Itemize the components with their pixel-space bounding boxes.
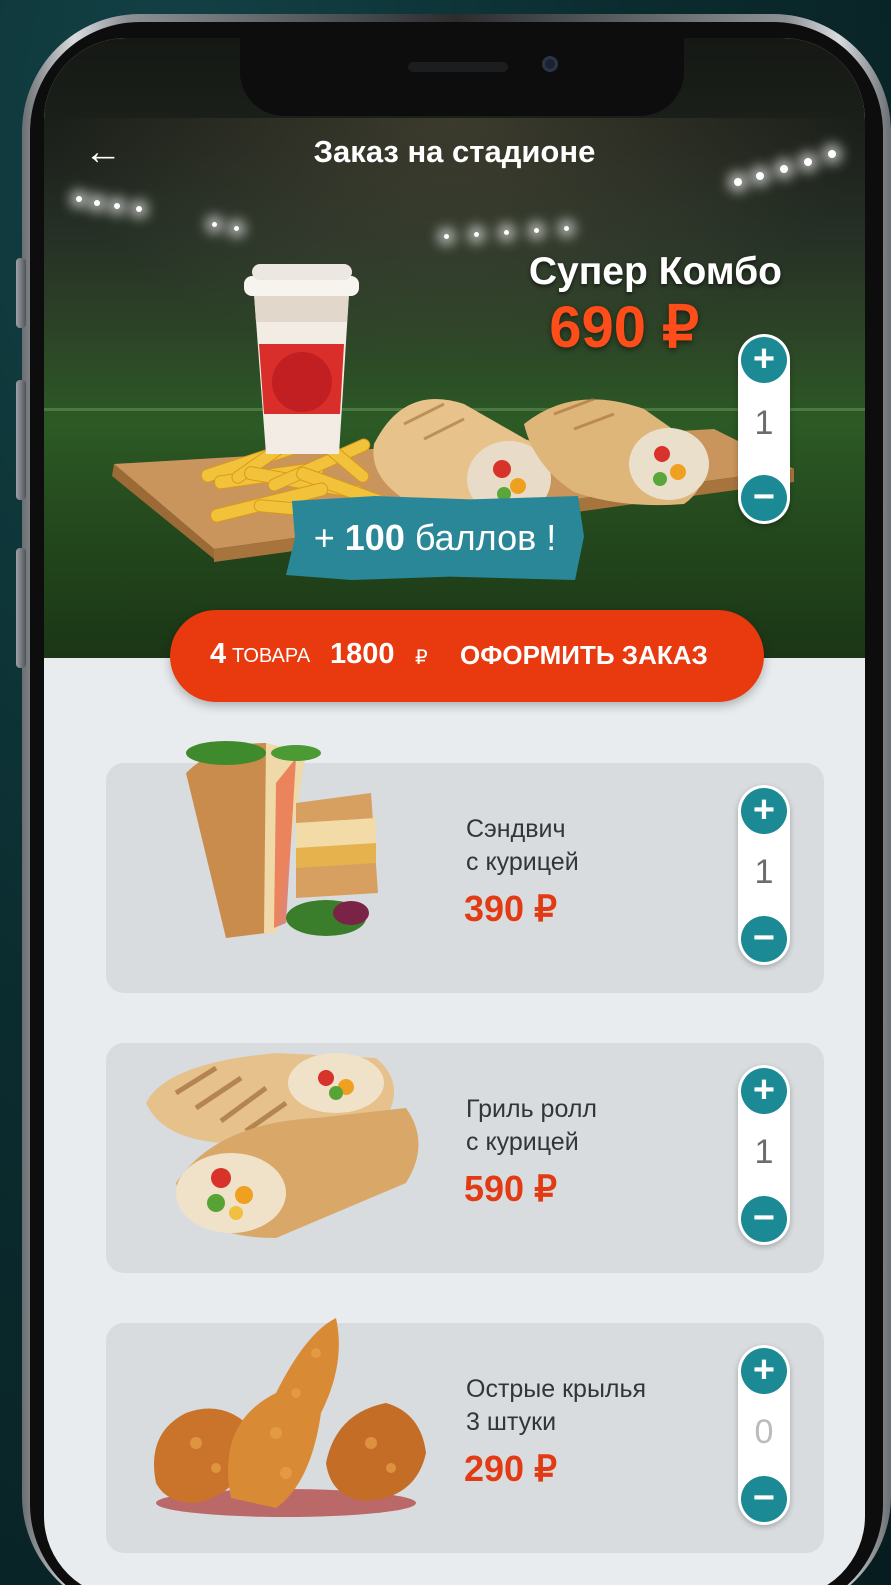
- menu-item-name-line1: Острые крылья: [466, 1375, 647, 1403]
- cart-item-count: 4: [210, 638, 227, 670]
- menu-item-name-line1: Гриль ролл: [466, 1095, 597, 1123]
- checkout-button[interactable]: 4 ТОВАРА 1800 ₽ ОФОРМИТЬ ЗАКАЗ: [170, 610, 764, 702]
- bonus-points-badge: + 100 баллов !: [286, 496, 584, 580]
- combo-quantity-stepper: + 1 −: [738, 334, 790, 524]
- menu-item-name: Гриль ролл с курицей: [466, 1093, 696, 1159]
- camera-icon: [542, 56, 558, 72]
- menu-item-price: 590 ₽: [464, 1168, 557, 1209]
- minus-icon[interactable]: −: [741, 1476, 787, 1522]
- stadium-light: [114, 203, 120, 209]
- grill-roll-image: [146, 1053, 419, 1238]
- menu-item-card: Острые крылья 3 штуки 290 ₽ + 0 −: [106, 1318, 824, 1553]
- plus-icon[interactable]: +: [741, 788, 787, 834]
- combo-price: 690 ₽: [549, 295, 699, 360]
- plus-icon[interactable]: +: [741, 1068, 787, 1114]
- phone-volume-down: [16, 548, 26, 668]
- combo-name: Супер Комбо: [528, 250, 782, 293]
- bonus-text: баллов !: [404, 517, 557, 558]
- menu-item-name-line2: с курицей: [466, 848, 579, 876]
- stadium-light: [136, 206, 142, 212]
- menu-item-quantity: 1: [754, 1133, 774, 1171]
- menu-item-name-line2: 3 штуки: [466, 1408, 557, 1436]
- quantity-stepper: + 0 −: [738, 1345, 790, 1525]
- stadium-light: [76, 196, 82, 202]
- stadium-light: [94, 200, 100, 206]
- plus-icon[interactable]: +: [741, 1348, 787, 1394]
- bonus-amount: 100: [344, 517, 405, 558]
- menu-item-card: Сэндвич с курицей 390 ₽ + 1 −: [106, 741, 824, 993]
- quantity-stepper: + 1 −: [738, 785, 790, 965]
- minus-icon[interactable]: −: [741, 916, 787, 962]
- phone-volume-up: [16, 380, 26, 500]
- top-bar: ← Заказ на стадионе: [44, 130, 865, 180]
- menu-item-price: 390 ₽: [464, 888, 557, 929]
- bonus-plus: +: [313, 517, 345, 558]
- phone-side-button: [16, 258, 26, 328]
- menu-item-card: Гриль ролл с курицей 590 ₽ + 1 −: [106, 1043, 824, 1273]
- cart-total: 1800: [330, 638, 395, 670]
- quantity-stepper: + 1 −: [738, 1065, 790, 1245]
- combo-quantity: 1: [754, 404, 774, 442]
- cart-item-label: ТОВАРА: [232, 645, 311, 667]
- hero-banner: ← Заказ на стадионе Супер Комбо 690 ₽ + …: [44, 38, 865, 658]
- minus-icon[interactable]: −: [741, 1196, 787, 1242]
- speaker-icon: [408, 62, 508, 72]
- page-title: Заказ на стадионе: [313, 134, 596, 169]
- menu-item-name: Острые крылья 3 штуки: [466, 1373, 696, 1439]
- app-screen: ← Заказ на стадионе Супер Комбо 690 ₽ + …: [44, 38, 865, 1585]
- menu-item-quantity: 1: [754, 853, 774, 891]
- menu-item-name: Сэндвич с курицей: [466, 813, 696, 879]
- plus-icon[interactable]: +: [741, 337, 787, 383]
- menu-item-name-line1: Сэндвич: [466, 815, 566, 843]
- cart-currency: ₽: [415, 647, 428, 669]
- chicken-sandwich-image: [186, 741, 378, 938]
- minus-icon[interactable]: −: [741, 475, 787, 521]
- phone-notch: [240, 38, 684, 116]
- spicy-wings-image: [154, 1318, 426, 1517]
- menu-item-quantity: 0: [754, 1413, 774, 1451]
- menu-item-name-line2: с курицей: [466, 1128, 579, 1156]
- menu-item-price: 290 ₽: [464, 1448, 557, 1489]
- checkout-label: ОФОРМИТЬ ЗАКАЗ: [460, 640, 708, 670]
